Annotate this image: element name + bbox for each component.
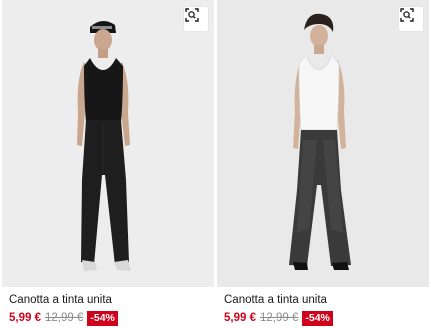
product-card[interactable]: Canotta a tinta unita 5,99 € 12,99 € -54… (2, 0, 214, 328)
price-row: 5,99 € 12,99 € -54% (224, 310, 333, 326)
discount-badge: -54% (302, 310, 333, 326)
current-price: 5,99 € (224, 312, 256, 324)
visual-search-button[interactable] (184, 7, 208, 31)
price-row: 5,99 € 12,99 € -54% (9, 310, 118, 326)
current-price: 5,99 € (9, 312, 41, 324)
original-price: 12,99 € (259, 312, 299, 324)
visual-search-icon (185, 8, 199, 22)
product-title[interactable]: Canotta a tinta unita (9, 294, 112, 306)
product-image[interactable] (217, 0, 429, 287)
product-image[interactable] (2, 0, 214, 287)
discount-badge: -54% (87, 310, 118, 326)
model-figure-white (289, 13, 351, 270)
model-figure-black (77, 20, 131, 271)
product-grid: Canotta a tinta unita 5,99 € 12,99 € -54… (0, 0, 431, 328)
product-title[interactable]: Canotta a tinta unita (224, 294, 327, 306)
visual-search-icon (400, 8, 414, 22)
visual-search-button[interactable] (399, 7, 423, 31)
original-price: 12,99 € (44, 312, 84, 324)
product-card[interactable]: Canotta a tinta unita 5,99 € 12,99 € -54… (217, 0, 429, 328)
